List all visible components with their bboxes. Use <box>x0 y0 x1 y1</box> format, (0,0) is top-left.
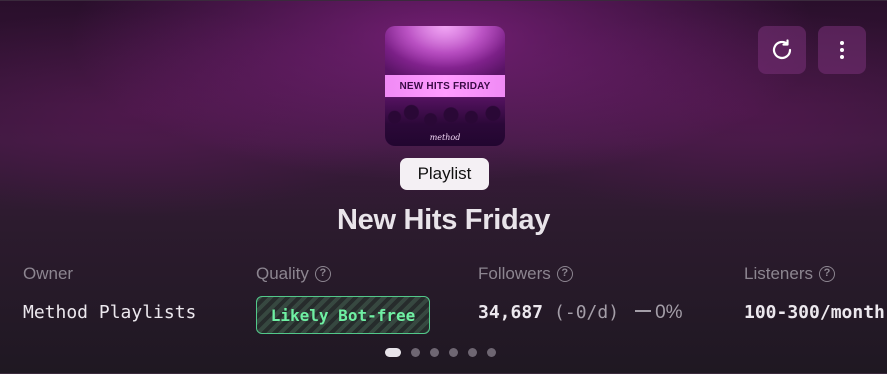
playlist-type-badge: Playlist <box>400 158 489 190</box>
pagination-dot[interactable] <box>449 348 458 357</box>
owner-label: Owner <box>23 264 73 284</box>
followers-label-text: Followers <box>478 264 551 283</box>
pagination-dot[interactable] <box>411 348 420 357</box>
quality-help-icon[interactable]: ? <box>314 266 331 282</box>
owner-label-text: Owner <box>23 264 74 283</box>
cover-banner-text: NEW HITS FRIDAY <box>399 80 491 92</box>
followers-help-icon[interactable]: ? <box>556 266 573 282</box>
pagination-dot[interactable] <box>487 348 496 357</box>
playlist-cover-image: NEW HITS FRIDAY method <box>385 26 505 146</box>
refresh-icon <box>772 39 792 59</box>
cover-banner: NEW HITS FRIDAY <box>385 75 505 97</box>
quality-label: Quality ? <box>256 264 331 284</box>
listeners-help-icon[interactable]: ? <box>818 266 835 282</box>
refresh-button[interactable] <box>758 26 806 74</box>
cover-brand-logo: method <box>429 133 461 142</box>
more-options-button[interactable] <box>818 26 866 74</box>
followers-value: 34,687 (-0/d) 0% <box>478 302 683 324</box>
quality-label-text: Quality <box>256 264 309 283</box>
vertical-ellipsis-icon <box>840 41 844 59</box>
followers-change-percent: 0% <box>655 302 683 323</box>
pagination-dots <box>385 348 496 357</box>
followers-daily-rate: (-0/d) <box>554 302 620 323</box>
followers-label: Followers ? <box>478 264 573 284</box>
listeners-label-text: Listeners <box>744 264 813 283</box>
quality-badge-text: Likely Bot-free <box>270 305 416 325</box>
listeners-label: Listeners ? <box>744 264 835 284</box>
playlist-header-card: NEW HITS FRIDAY method Playlist New Hits… <box>0 0 887 374</box>
owner-value[interactable]: Method Playlists <box>23 302 196 323</box>
pagination-dot-active[interactable] <box>385 348 401 357</box>
pagination-dot[interactable] <box>430 348 439 357</box>
playlist-title: New Hits Friday <box>336 204 551 236</box>
pagination-dot[interactable] <box>468 348 477 357</box>
quality-badge: Likely Bot-free <box>256 296 430 334</box>
trend-flat-icon <box>635 310 652 312</box>
followers-count: 34,687 <box>478 302 544 323</box>
listeners-value: 100-300/month <box>744 302 885 323</box>
